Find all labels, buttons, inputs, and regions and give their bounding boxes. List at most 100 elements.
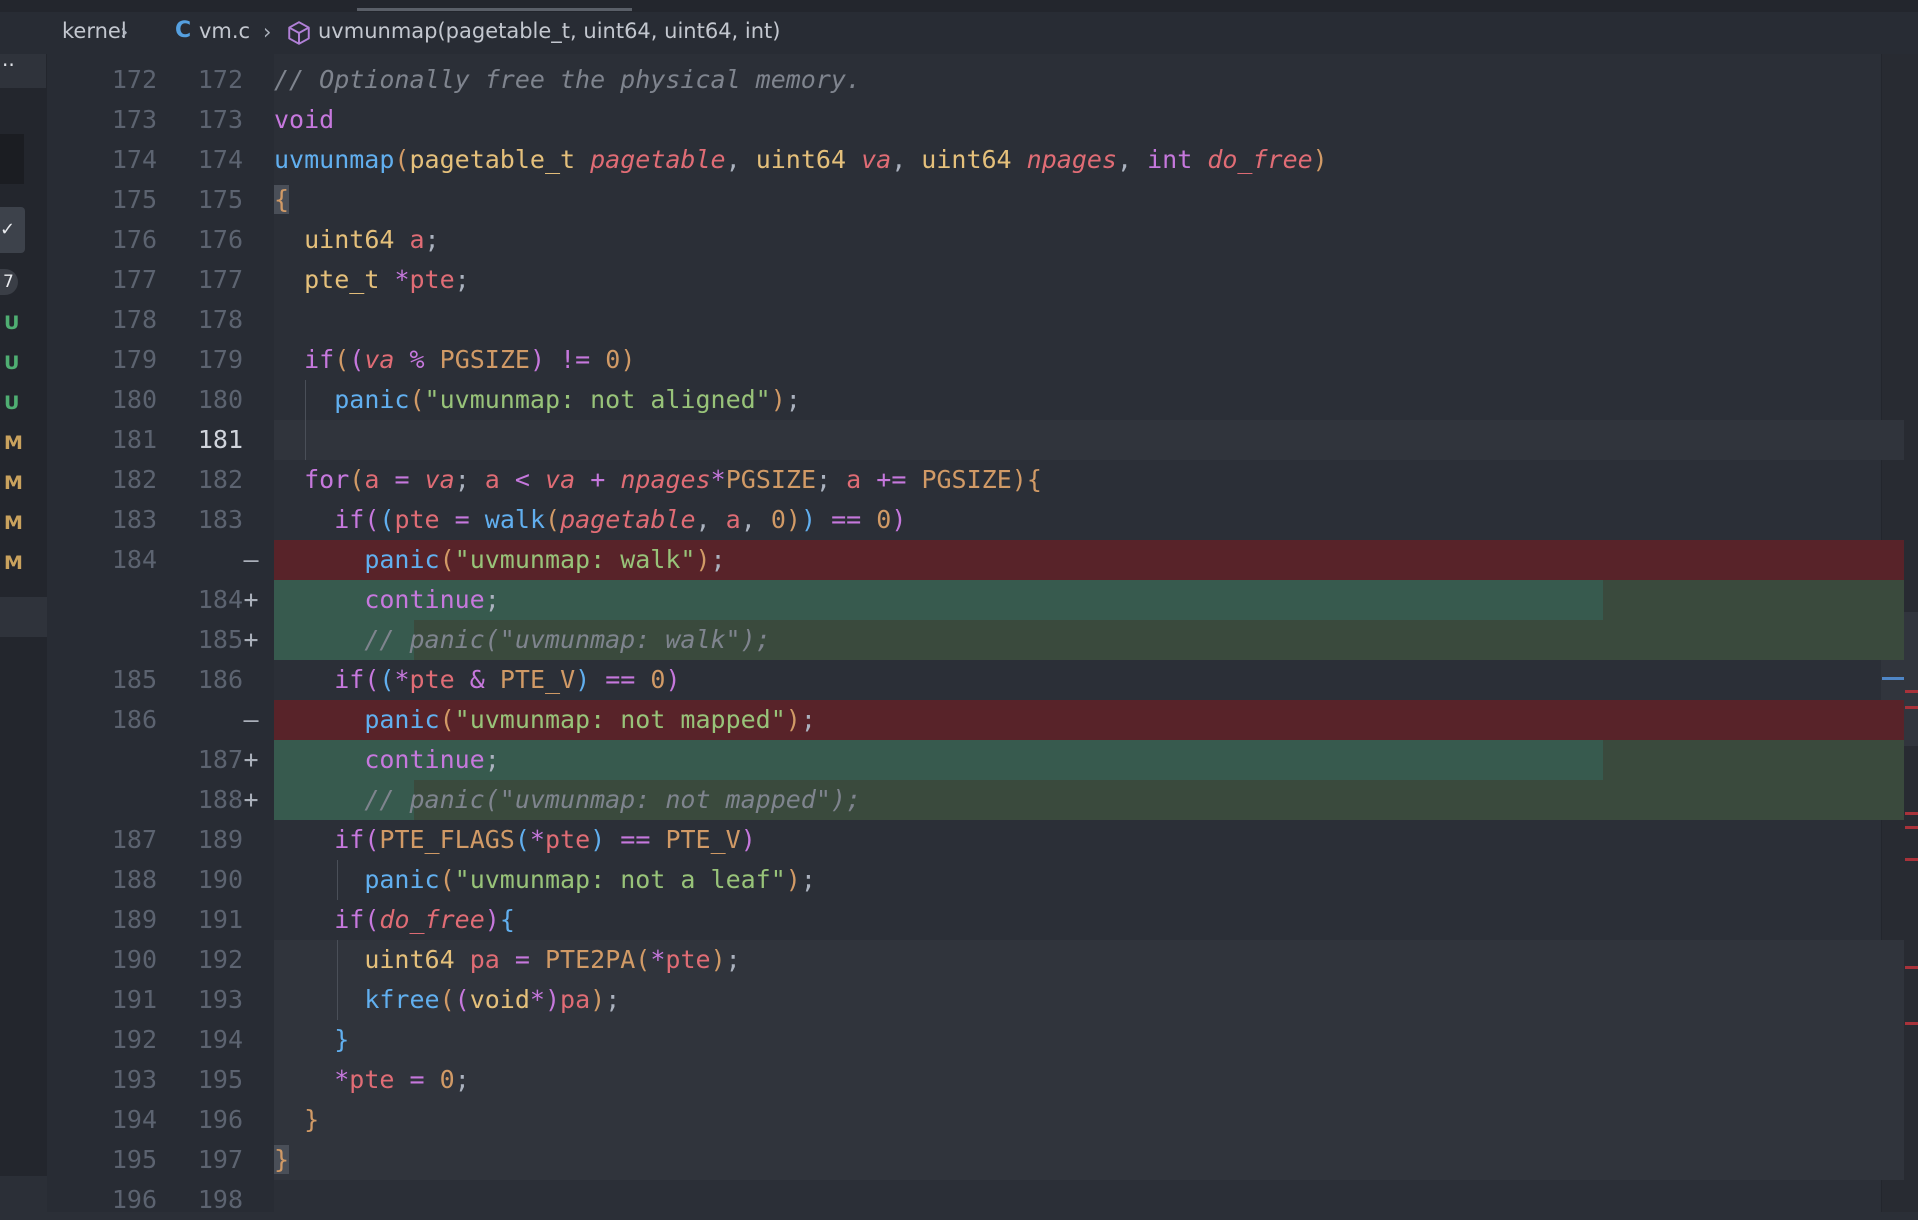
code-line-inserted[interactable]: 187 + continue; — [47, 740, 1904, 780]
original-line-number — [47, 620, 157, 660]
diff-marker — [239, 460, 263, 500]
code-line[interactable]: 177 177 pte_t *pte; — [47, 260, 1904, 300]
code-text: pte_t *pte; — [304, 265, 470, 294]
breadcrumb-symbol[interactable]: uvmunmap(pagetable_t, uint64, uint64, in… — [318, 19, 780, 43]
code-text: if(do_free){ — [334, 905, 515, 934]
original-line-number: 184 — [111, 545, 157, 574]
original-line-number: 172 — [111, 65, 157, 94]
original-line-number: 173 — [111, 105, 157, 134]
diff-marker — [239, 900, 263, 940]
diff-marker — [239, 860, 263, 900]
code-text: if(PTE_FLAGS(*pte) == PTE_V) — [334, 825, 756, 854]
code-line[interactable]: 196 198 — [47, 1180, 1904, 1220]
deletion-marker — [1905, 966, 1918, 969]
code-line[interactable]: 180 180 panic("uvmunmap: not aligned"); — [47, 380, 1904, 420]
modified-line-number: 186 — [197, 665, 243, 694]
modified-line-number: 175 — [197, 185, 243, 214]
code-text: panic("uvmunmap: not aligned"); — [334, 385, 801, 414]
original-line-number: 186 — [111, 705, 157, 734]
original-line-number: 190 — [111, 945, 157, 974]
modified-line-number: 180 — [197, 385, 243, 414]
original-line-number: 175 — [111, 185, 157, 214]
code-text: } — [304, 1105, 320, 1134]
code-line[interactable]: 176 176 uint64 a; — [47, 220, 1904, 260]
original-line-number: 176 — [111, 225, 157, 254]
code-line[interactable]: 174 174 uvmunmap(pagetable_t pagetable, … — [47, 140, 1904, 180]
code-line-inserted[interactable]: 185 + // panic("uvmunmap: walk"); — [47, 620, 1904, 660]
diff-marker — [239, 1100, 263, 1140]
code-line[interactable]: 173 173 void — [47, 100, 1904, 140]
modified-line-number: 179 — [197, 345, 243, 374]
original-line-number — [47, 580, 157, 620]
selected-file-row[interactable] — [0, 597, 47, 637]
code-line[interactable]: 175 175 { — [47, 180, 1904, 220]
code-line[interactable]: 185 186 if((*pte & PTE_V) == 0) — [47, 660, 1904, 700]
original-line-number: 189 — [111, 905, 157, 934]
modified-line-number: 195 — [197, 1065, 243, 1094]
code-text: if((*pte & PTE_V) == 0) — [334, 665, 681, 694]
scope-highlight — [274, 1020, 1904, 1060]
status-untracked: U — [4, 352, 20, 374]
modified-line-number: 177 — [197, 265, 243, 294]
modified-line-number: 174 — [197, 145, 243, 174]
diff-marker — [239, 180, 263, 220]
original-line-number: 187 — [111, 825, 157, 854]
original-line-number: 177 — [111, 265, 157, 294]
code-line[interactable]: 178 178 — [47, 300, 1904, 340]
code-line[interactable]: 194 196 } — [47, 1100, 1904, 1140]
code-text: { — [274, 185, 290, 214]
code-text: void — [274, 105, 335, 134]
original-line-number: 174 — [111, 145, 157, 174]
code-text: uint64 pa = PTE2PA(*pte); — [364, 945, 741, 974]
breadcrumb-folder[interactable]: kernel — [62, 19, 127, 43]
original-line-number: 194 — [111, 1105, 157, 1134]
diff-marker — [239, 500, 263, 540]
c-file-icon: C — [175, 18, 192, 43]
modified-line-number: 193 — [197, 985, 243, 1014]
source-control-panel-edge: ·· ✓ 7 U U U M M M M — [0, 54, 47, 1176]
diff-marker — [239, 140, 263, 180]
modified-line-number — [157, 540, 243, 580]
breadcrumb-file[interactable]: vm.c — [199, 19, 250, 43]
original-line-number: 185 — [111, 665, 157, 694]
check-icon[interactable]: ✓ — [0, 207, 25, 253]
code-line-inserted[interactable]: 188 + // panic("uvmunmap: not mapped"); — [47, 780, 1904, 820]
code-line[interactable]: 189 191 if(do_free){ — [47, 900, 1904, 940]
code-line[interactable]: 172 172 // Optionally free the physical … — [47, 60, 1904, 100]
current-line-highlight — [274, 420, 1904, 460]
code-line[interactable]: 195 197 } — [47, 1140, 1904, 1180]
modified-line-number: 189 — [197, 825, 243, 854]
changes-count-badge: 7 — [0, 269, 18, 295]
code-text: for(a = va; a < va + npages*PGSIZE; a +=… — [304, 465, 1042, 494]
code-line-deleted[interactable]: 186 — panic("uvmunmap: not mapped"); — [47, 700, 1904, 740]
inserted-line-highlight — [274, 740, 1904, 780]
modified-line-number: 194 — [197, 1025, 243, 1054]
code-line-inserted[interactable]: 184 + continue; — [47, 580, 1904, 620]
diff-marker — [239, 220, 263, 260]
method-cube-icon — [288, 21, 310, 45]
code-line[interactable]: 179 179 if((va % PGSIZE) != 0) — [47, 340, 1904, 380]
original-line-number: 195 — [111, 1145, 157, 1174]
active-tab-indicator — [357, 8, 632, 11]
code-line[interactable]: 191 193 kfree((void*)pa); — [47, 980, 1904, 1020]
chevron-right-icon: › — [263, 20, 272, 44]
diff-marker — [239, 980, 263, 1020]
code-line[interactable]: 190 192 uint64 pa = PTE2PA(*pte); — [47, 940, 1904, 980]
code-line[interactable]: 183 183 if((pte = walk(pagetable, a, 0))… — [47, 500, 1904, 540]
original-line-number — [47, 780, 157, 820]
code-line-deleted[interactable]: 184 — panic("uvmunmap: walk"); — [47, 540, 1904, 580]
modified-line-number: 185 — [197, 625, 243, 654]
code-line[interactable]: 182 182 for(a = va; a < va + npages*PGSI… — [47, 460, 1904, 500]
code-line[interactable]: 193 195 *pte = 0; — [47, 1060, 1904, 1100]
deletion-marker — [1905, 826, 1918, 829]
code-line[interactable]: 192 194 } — [47, 1020, 1904, 1060]
scope-highlight — [274, 1060, 1904, 1100]
code-line[interactable]: 188 190 panic("uvmunmap: not a leaf"); — [47, 860, 1904, 900]
code-line-current[interactable]: 181 181 — [47, 420, 1904, 460]
more-actions-button[interactable]: ·· — [0, 54, 46, 88]
diff-marker — [239, 1060, 263, 1100]
breadcrumb: kernel › C vm.c › uvmunmap(pagetable_t, … — [0, 12, 1918, 54]
diff-marker: — — [243, 705, 259, 734]
original-line-number: 193 — [111, 1065, 157, 1094]
code-line[interactable]: 187 189 if(PTE_FLAGS(*pte) == PTE_V) — [47, 820, 1904, 860]
